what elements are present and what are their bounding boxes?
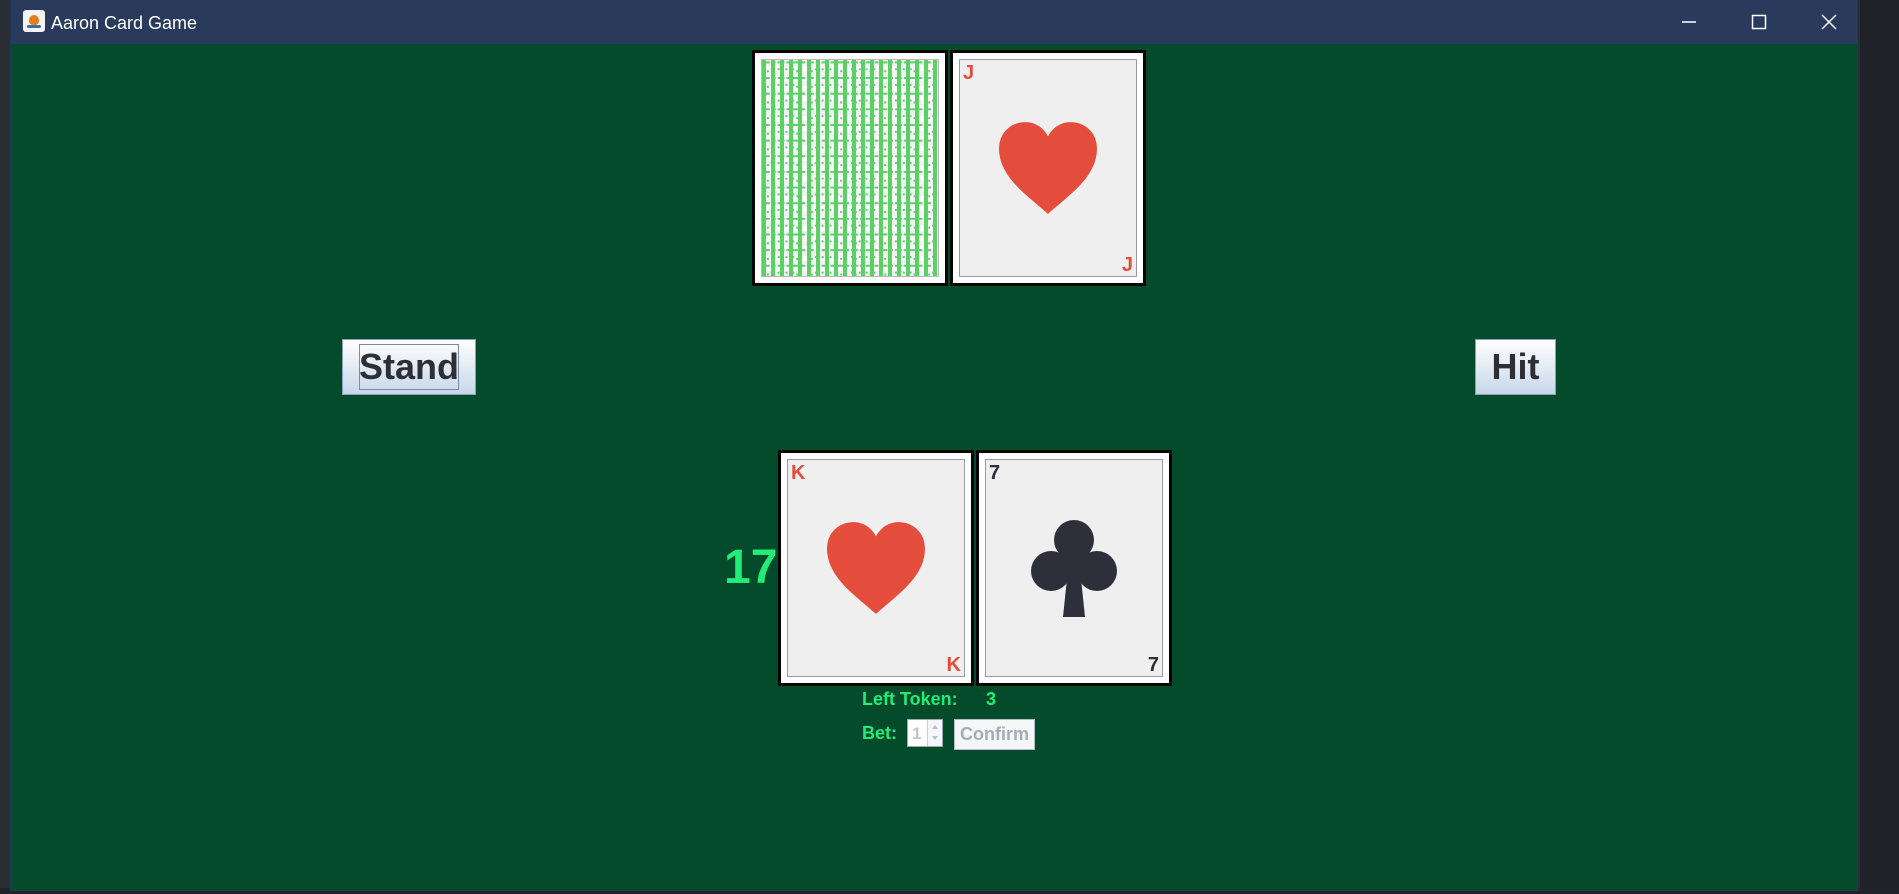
card-back-design-icon [762, 60, 938, 276]
bet-spinner-value: 1 [912, 724, 922, 743]
bet-spinner[interactable]: 1 [907, 719, 943, 747]
player-card: 7 7 [976, 450, 1172, 686]
desktop-background [1860, 0, 1899, 894]
heart-icon [999, 122, 1097, 214]
window-title: Aaron Card Game [51, 13, 198, 33]
spinner-arrows-icon[interactable] [927, 720, 942, 746]
player-score: 17 [724, 541, 778, 594]
hit-button[interactable]: Hit [1475, 339, 1556, 395]
card-rank-top: K [791, 462, 806, 484]
java-app-icon [23, 10, 45, 32]
maximize-icon [1751, 14, 1767, 30]
close-button[interactable] [1794, 0, 1864, 44]
maximize-button[interactable] [1724, 0, 1794, 44]
title-bar[interactable]: Aaron Card Game [11, 0, 1857, 44]
minimize-icon [1682, 21, 1696, 23]
card-rank-top: 7 [989, 462, 1001, 484]
minimize-button[interactable] [1654, 0, 1724, 44]
stand-button[interactable]: Stand [342, 339, 476, 395]
dealer-card: J J [950, 50, 1146, 286]
stand-button-label: Stand [358, 346, 459, 387]
card-back-pattern [761, 59, 939, 277]
close-icon [1821, 14, 1837, 30]
card-rank-bottom: K [946, 654, 961, 676]
game-table: J J Stand Hit 17 K K 7 7 Left Token: 3 B… [11, 44, 1857, 890]
confirm-button[interactable]: Confirm [954, 719, 1035, 750]
app-window: Aaron Card Game J J Stand Hit 17 K K 7 7… [11, 0, 1857, 890]
card-rank-bottom: J [1121, 254, 1133, 276]
left-token-label: Left Token: [862, 689, 958, 709]
card-rank-top: J [963, 62, 975, 84]
bet-label: Bet: [862, 723, 897, 743]
player-card: K K [778, 450, 974, 686]
left-token-value: 3 [986, 689, 997, 709]
hit-button-label: Hit [1491, 346, 1540, 387]
card-rank-bottom: 7 [1147, 654, 1159, 676]
dealer-card-face-down [752, 50, 948, 286]
heart-icon [827, 522, 925, 614]
club-icon [1031, 520, 1117, 617]
